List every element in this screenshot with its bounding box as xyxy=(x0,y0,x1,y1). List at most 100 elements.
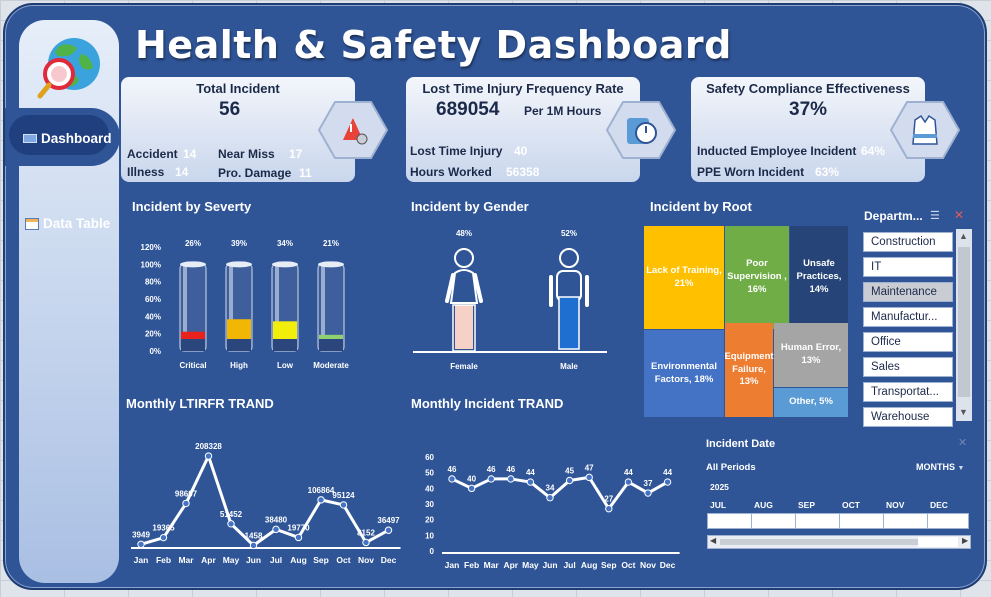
timeline-tick xyxy=(839,513,840,529)
ppe-label: PPE Worn Incident xyxy=(697,165,805,179)
slicer-item[interactable]: Transportat... xyxy=(863,382,953,402)
treemap-tile: Lack of Training, 21% xyxy=(644,226,724,329)
data-label: 19770 xyxy=(287,523,310,532)
female-figure-icon xyxy=(445,248,483,352)
data-point xyxy=(159,533,168,542)
timeline-month[interactable]: DEC xyxy=(930,500,948,510)
timeline-bar[interactable] xyxy=(707,513,969,529)
slicer-item[interactable]: Sales xyxy=(863,357,953,377)
timeline-tick xyxy=(927,513,928,529)
data-label: 45 xyxy=(565,467,574,476)
data-point xyxy=(272,525,280,534)
safety-vest-hexagon-icon xyxy=(889,101,961,159)
severity-ytick: 20% xyxy=(145,330,161,339)
lti-label: Lost Time Injury xyxy=(410,144,503,158)
accident-label: Accident xyxy=(127,147,178,161)
data-point xyxy=(585,473,593,482)
chevron-down-icon: ▼ xyxy=(957,465,965,472)
severity-category-label: Critical xyxy=(179,361,206,370)
scroll-right-icon[interactable]: ▶ xyxy=(962,536,968,545)
data-label: 51452 xyxy=(220,510,243,519)
x-tick-label: May xyxy=(522,560,539,570)
slicer-item[interactable]: Construction xyxy=(863,232,953,252)
severity-chart: 120% 100% 80% 60% 40% 20% 0% 26% Critical 39% High… xyxy=(141,239,350,370)
nav-item-data-table[interactable]: Data Table xyxy=(25,216,110,231)
pro-damage-label: Pro. Damage xyxy=(218,166,292,180)
slicer-scrollbar[interactable]: ▲ ▼ xyxy=(956,229,972,421)
severity-cylinder-cap xyxy=(272,261,298,268)
compliance-title: Safety Compliance Effectiveness xyxy=(706,81,910,96)
incident-trend-chart: 60 50 40 30 20 10 0 46 Jan 40 Feb 46 Mar 46 Apr 44 May 34… xyxy=(425,453,680,570)
x-tick-label: May xyxy=(223,555,240,565)
data-point xyxy=(137,540,145,548)
series-line xyxy=(140,454,390,547)
scroll-left-icon[interactable]: ◀ xyxy=(710,536,716,545)
severity-ytick: 80% xyxy=(145,278,161,287)
data-label: 27 xyxy=(604,495,613,504)
severity-pct-label: 34% xyxy=(277,239,293,248)
multiselect-icon[interactable]: ☰ xyxy=(930,209,940,222)
scroll-down-icon[interactable]: ▼ xyxy=(959,407,968,417)
timeline-level-selector[interactable]: MONTHS ▼ xyxy=(916,462,964,472)
data-point xyxy=(565,476,574,485)
hours-worked-value: 56358 xyxy=(506,165,540,179)
data-point xyxy=(339,501,348,509)
timeline-scrollbar[interactable]: ◀ ▶ xyxy=(707,535,971,549)
data-label: 44 xyxy=(624,468,633,477)
timeline-month[interactable]: SEP xyxy=(798,500,815,510)
severity-cylinder-cap xyxy=(226,261,252,268)
data-label: 46 xyxy=(487,465,496,474)
x-tick-label: Jul xyxy=(270,555,282,565)
timeline-clear-icon[interactable]: ✕ xyxy=(958,436,967,449)
x-tick-label: Mar xyxy=(178,555,194,565)
nav-data-table-label: Data Table xyxy=(43,216,111,231)
gender-section-title: Incident by Gender xyxy=(411,199,529,214)
near-miss-label: Near Miss xyxy=(218,147,275,161)
timeline-month[interactable]: OCT xyxy=(842,500,860,510)
data-label: 19365 xyxy=(152,524,175,533)
compliance-value: 37% xyxy=(789,99,828,120)
severity-ytick: 100% xyxy=(141,260,161,269)
timeline-period[interactable]: All Periods xyxy=(706,462,756,473)
severity-ytick: 120% xyxy=(141,243,161,252)
slicer-item[interactable]: IT xyxy=(863,257,953,277)
timeline-scroll-track xyxy=(720,539,918,545)
incident-ytick: 30 xyxy=(425,500,434,509)
x-tick-label: Aug xyxy=(581,560,598,570)
root-section-title: Incident by Root xyxy=(650,199,752,214)
data-label: 44 xyxy=(663,468,672,477)
nav-dashboard-label: Dashboard xyxy=(41,131,112,146)
treemap-tile: Unsafe Practices, 14% xyxy=(790,226,848,329)
incident-ytick: 60 xyxy=(425,453,434,462)
x-tick-label: Jan xyxy=(134,555,149,565)
data-label: 36497 xyxy=(377,516,400,525)
data-label: 1458 xyxy=(245,531,263,540)
root-treemap: Lack of Training, 21% Poor Supervision , … xyxy=(644,226,848,417)
x-tick-label: Jan xyxy=(445,560,460,570)
treemap-tile: Other, 5% xyxy=(774,388,848,417)
ltifr-value: 689054 xyxy=(436,99,500,120)
inducted-value: 64% xyxy=(861,144,886,158)
timeline-month[interactable]: JUL xyxy=(710,500,726,510)
nav-item-dashboard[interactable]: Dashboard xyxy=(23,131,112,146)
data-point xyxy=(507,475,515,483)
timeline-month[interactable]: NOV xyxy=(886,500,904,510)
timeline-scroll-thumb[interactable] xyxy=(918,537,958,547)
ltifr-unit: Per 1M Hours xyxy=(524,104,602,118)
timeline-month[interactable]: AUG xyxy=(754,500,773,510)
clear-filter-icon[interactable]: ✕ xyxy=(954,208,964,222)
slicer-item[interactable]: Warehouse xyxy=(863,407,953,427)
ltifr-trend-chart: 3949 Jan 19365 Feb 98607 Mar 208328 Apr 51452 May… xyxy=(131,442,401,565)
scroll-up-icon[interactable]: ▲ xyxy=(959,231,968,241)
slicer-item[interactable]: Manufactur... xyxy=(863,307,953,327)
incident-ytick: 0 xyxy=(430,547,435,556)
slicer-item[interactable]: Office xyxy=(863,332,953,352)
slicer-item[interactable]: Maintenance xyxy=(863,282,953,302)
female-pct: 48% xyxy=(456,229,472,238)
data-point xyxy=(294,533,303,542)
male-label: Male xyxy=(560,362,578,371)
treemap-tile: Human Error, 13% xyxy=(774,323,848,387)
treemap-tile: Environmental Factors, 18% xyxy=(644,330,724,417)
ltifr-trend-title: Monthly LTIRFR TRAND xyxy=(126,396,274,411)
slicer-scroll-thumb[interactable] xyxy=(958,247,970,397)
